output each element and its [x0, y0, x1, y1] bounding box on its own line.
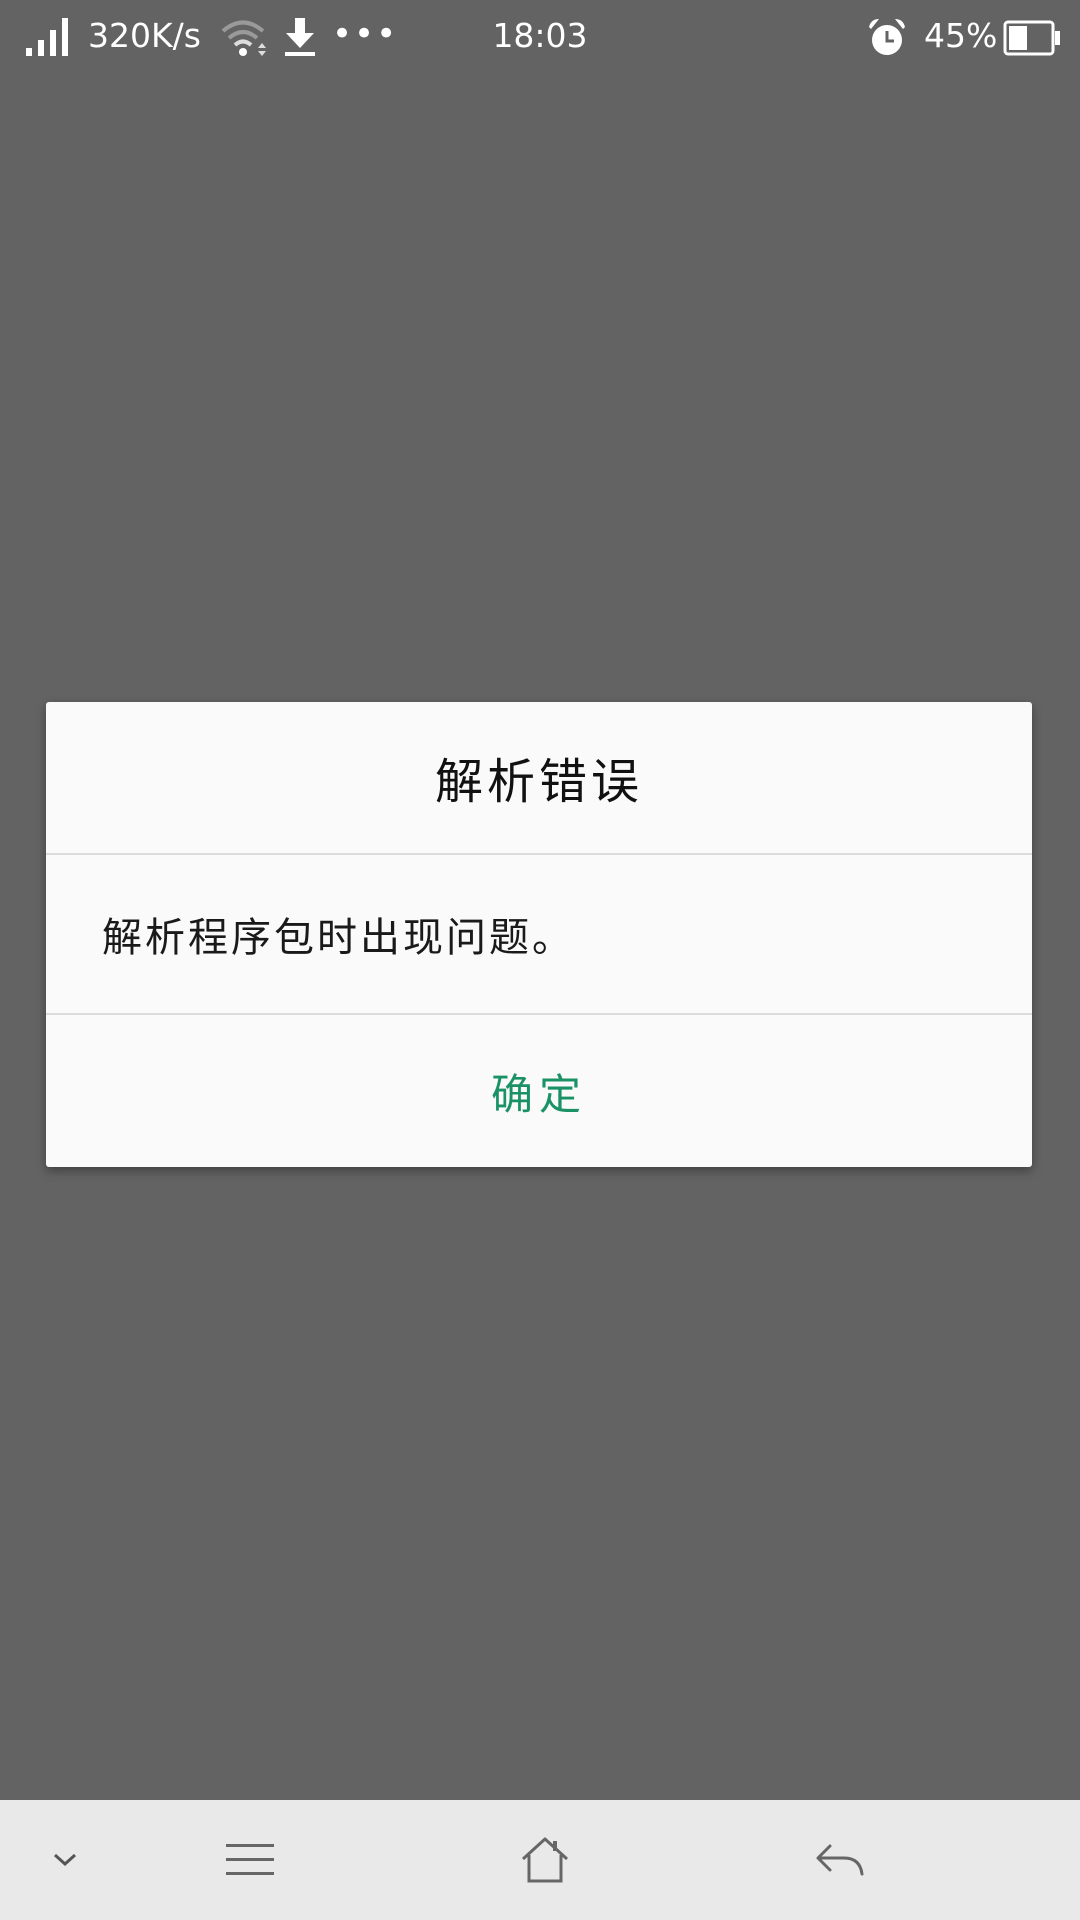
collapse-icon: [53, 1853, 77, 1867]
back-icon: [816, 1844, 864, 1876]
home-icon: [521, 1837, 569, 1883]
clock: 18:03: [492, 16, 588, 55]
back-button[interactable]: [790, 1800, 890, 1920]
battery-icon: [1003, 20, 1060, 56]
battery-percentage: 45%: [924, 16, 998, 55]
alarm-icon: [869, 19, 905, 55]
dialog-message: 解析程序包时出现问题。: [102, 915, 575, 961]
parse-error-dialog: 解析错误 解析程序包时出现问题。 确定: [46, 702, 1032, 1167]
home-button[interactable]: [495, 1800, 595, 1920]
confirm-button[interactable]: 确定: [46, 1015, 1032, 1167]
signal-icon: [26, 18, 68, 56]
navigation-bar: [0, 1800, 1080, 1920]
wifi-icon: [221, 20, 266, 56]
status-bar: 320K/s ••• 18:03 45%: [0, 0, 1080, 72]
dialog-title: 解析错误: [434, 754, 643, 810]
more-icon: •••: [332, 14, 399, 54]
collapse-button[interactable]: [30, 1800, 100, 1920]
download-icon: [285, 18, 315, 56]
menu-icon: [226, 1844, 274, 1875]
network-speed: 320K/s: [88, 16, 201, 55]
menu-button[interactable]: [200, 1800, 300, 1920]
